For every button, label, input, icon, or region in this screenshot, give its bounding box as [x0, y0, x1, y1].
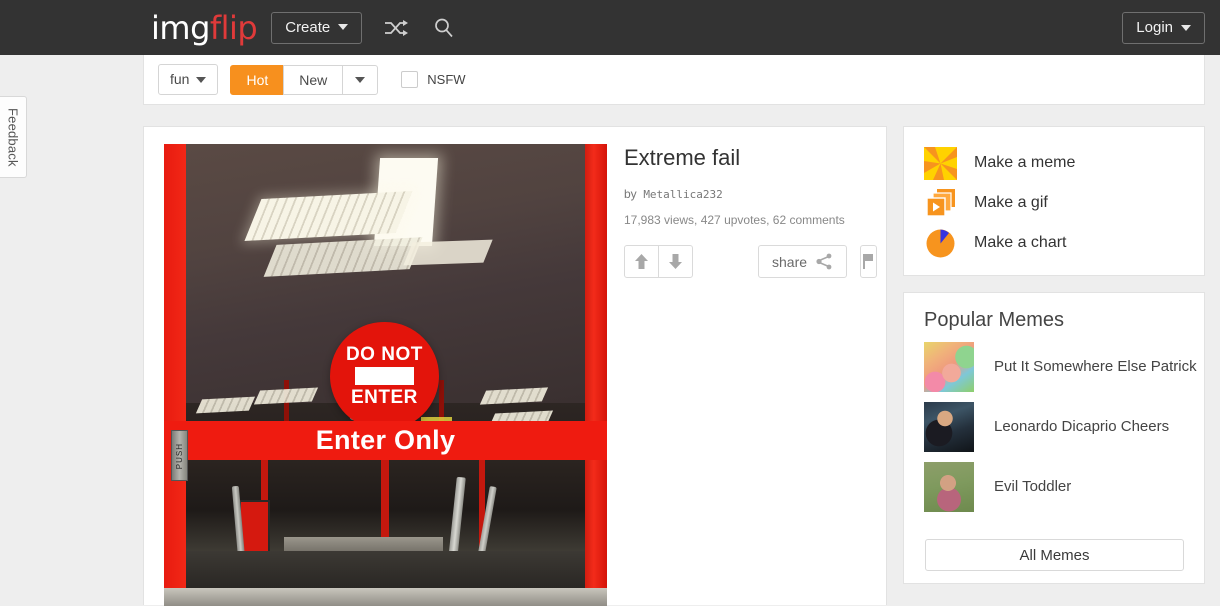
post-author-name[interactable]: Metallica232 [643, 188, 722, 201]
create-actions-panel: Make a meme Make a gif Make a chart [903, 126, 1205, 276]
do-not-enter-line1: DO NOT [345, 343, 423, 365]
popular-memes-panel: Popular Memes Put It Somewhere Else Patr… [903, 292, 1205, 584]
share-button-label: share [772, 253, 808, 270]
downvote-button[interactable] [658, 245, 693, 279]
create-button-label: Create [285, 18, 331, 36]
feedback-tab-label: Feedback [5, 107, 21, 167]
sort-tab-new[interactable]: New [283, 64, 344, 95]
make-a-gif-label: Make a gif [974, 194, 1048, 211]
filter-bar: fun Hot New NSFW [143, 55, 1205, 105]
site-header: imgflip Create Login [0, 0, 1220, 55]
post-title: Extreme fail [624, 145, 741, 170]
logo-text-img: img [151, 8, 210, 47]
do-not-enter-line2: ENTER [350, 386, 418, 408]
sort-dropdown-toggle[interactable] [342, 64, 379, 95]
photo-ceiling-light [402, 239, 493, 266]
post-stats: 17,983 views, 427 upvotes, 62 comments [624, 213, 845, 228]
patrick-thumbnail [924, 342, 974, 392]
create-button[interactable]: Create [271, 11, 363, 44]
list-item[interactable]: Evil Toddler [904, 462, 1204, 512]
make-a-chart-link[interactable]: Make a chart [904, 223, 1204, 263]
imgflip-logo[interactable]: imgflip [151, 8, 258, 47]
pinwheel-icon [924, 146, 957, 180]
toddler-thumbnail [924, 462, 974, 512]
post-author-prefix: by [624, 187, 637, 202]
enter-only-banner: Enter Only [164, 421, 607, 461]
popular-memes-title: Popular Memes [924, 309, 1065, 331]
arrow-down-icon [669, 254, 682, 270]
chevron-down-icon [1181, 24, 1191, 31]
category-dropdown-label: fun [170, 71, 190, 88]
sort-tab-hot[interactable]: Hot [230, 64, 285, 95]
list-item-label: Evil Toddler [994, 477, 1072, 495]
vote-group [624, 245, 693, 279]
post-panel: DO NOT ENTER Enter Only PUSH Extreme fai… [143, 126, 887, 606]
sort-tab-new-label: New [299, 71, 328, 88]
list-item[interactable]: Leonardo Dicaprio Cheers [904, 402, 1204, 452]
post-author-line: by Metallica232 [624, 187, 869, 201]
all-memes-button[interactable]: All Memes [925, 539, 1184, 571]
push-plate-text: PUSH [175, 442, 184, 469]
list-item[interactable]: Put It Somewhere Else Patrick [904, 342, 1204, 392]
sort-segmented-control: Hot New [230, 64, 379, 95]
login-button-label: Login [1136, 19, 1173, 36]
do-not-enter-sign: DO NOT ENTER [330, 321, 439, 431]
flag-icon [863, 254, 874, 270]
make-a-chart-label: Make a chart [974, 234, 1067, 251]
do-not-enter-bar [355, 367, 414, 385]
share-nodes-icon [816, 253, 832, 270]
gif-frames-play-icon [924, 187, 957, 220]
photo-ceiling-light [244, 190, 412, 241]
share-button[interactable]: share [758, 245, 848, 279]
post-image[interactable]: DO NOT ENTER Enter Only PUSH [164, 144, 607, 606]
search-icon[interactable] [433, 17, 455, 39]
chevron-down-icon [196, 76, 207, 83]
photo-door-sill [164, 587, 607, 606]
make-a-gif-link[interactable]: Make a gif [904, 183, 1204, 223]
make-a-meme-label: Make a meme [974, 154, 1076, 171]
enter-only-banner-text: Enter Only [315, 425, 456, 456]
nsfw-label: NSFW [427, 72, 466, 87]
nsfw-toggle[interactable]: NSFW [401, 71, 466, 88]
list-item-label: Put It Somewhere Else Patrick [994, 357, 1197, 375]
report-button[interactable] [860, 245, 878, 279]
category-dropdown[interactable]: fun [158, 64, 219, 95]
pie-chart-icon [924, 227, 957, 260]
chevron-down-icon [338, 24, 349, 30]
post-details: Extreme fail by Metallica232 17,983 view… [624, 145, 878, 279]
logo-text-flip: flip [209, 8, 258, 47]
post-actions: share [624, 245, 878, 279]
make-a-meme-link[interactable]: Make a meme [904, 143, 1204, 183]
login-button[interactable]: Login [1122, 12, 1205, 44]
sort-tab-hot-label: Hot [246, 71, 269, 88]
feedback-tab[interactable]: Feedback [0, 96, 27, 178]
nsfw-checkbox[interactable] [401, 71, 419, 88]
leonardo-thumbnail [924, 402, 974, 452]
list-item-label: Leonardo Dicaprio Cheers [994, 417, 1170, 435]
shuffle-icon[interactable] [383, 19, 409, 37]
photo-floor [186, 550, 585, 588]
upvote-button[interactable] [624, 245, 659, 279]
arrow-up-icon [635, 254, 648, 270]
push-plate: PUSH [170, 430, 189, 482]
chevron-down-icon [355, 76, 366, 83]
